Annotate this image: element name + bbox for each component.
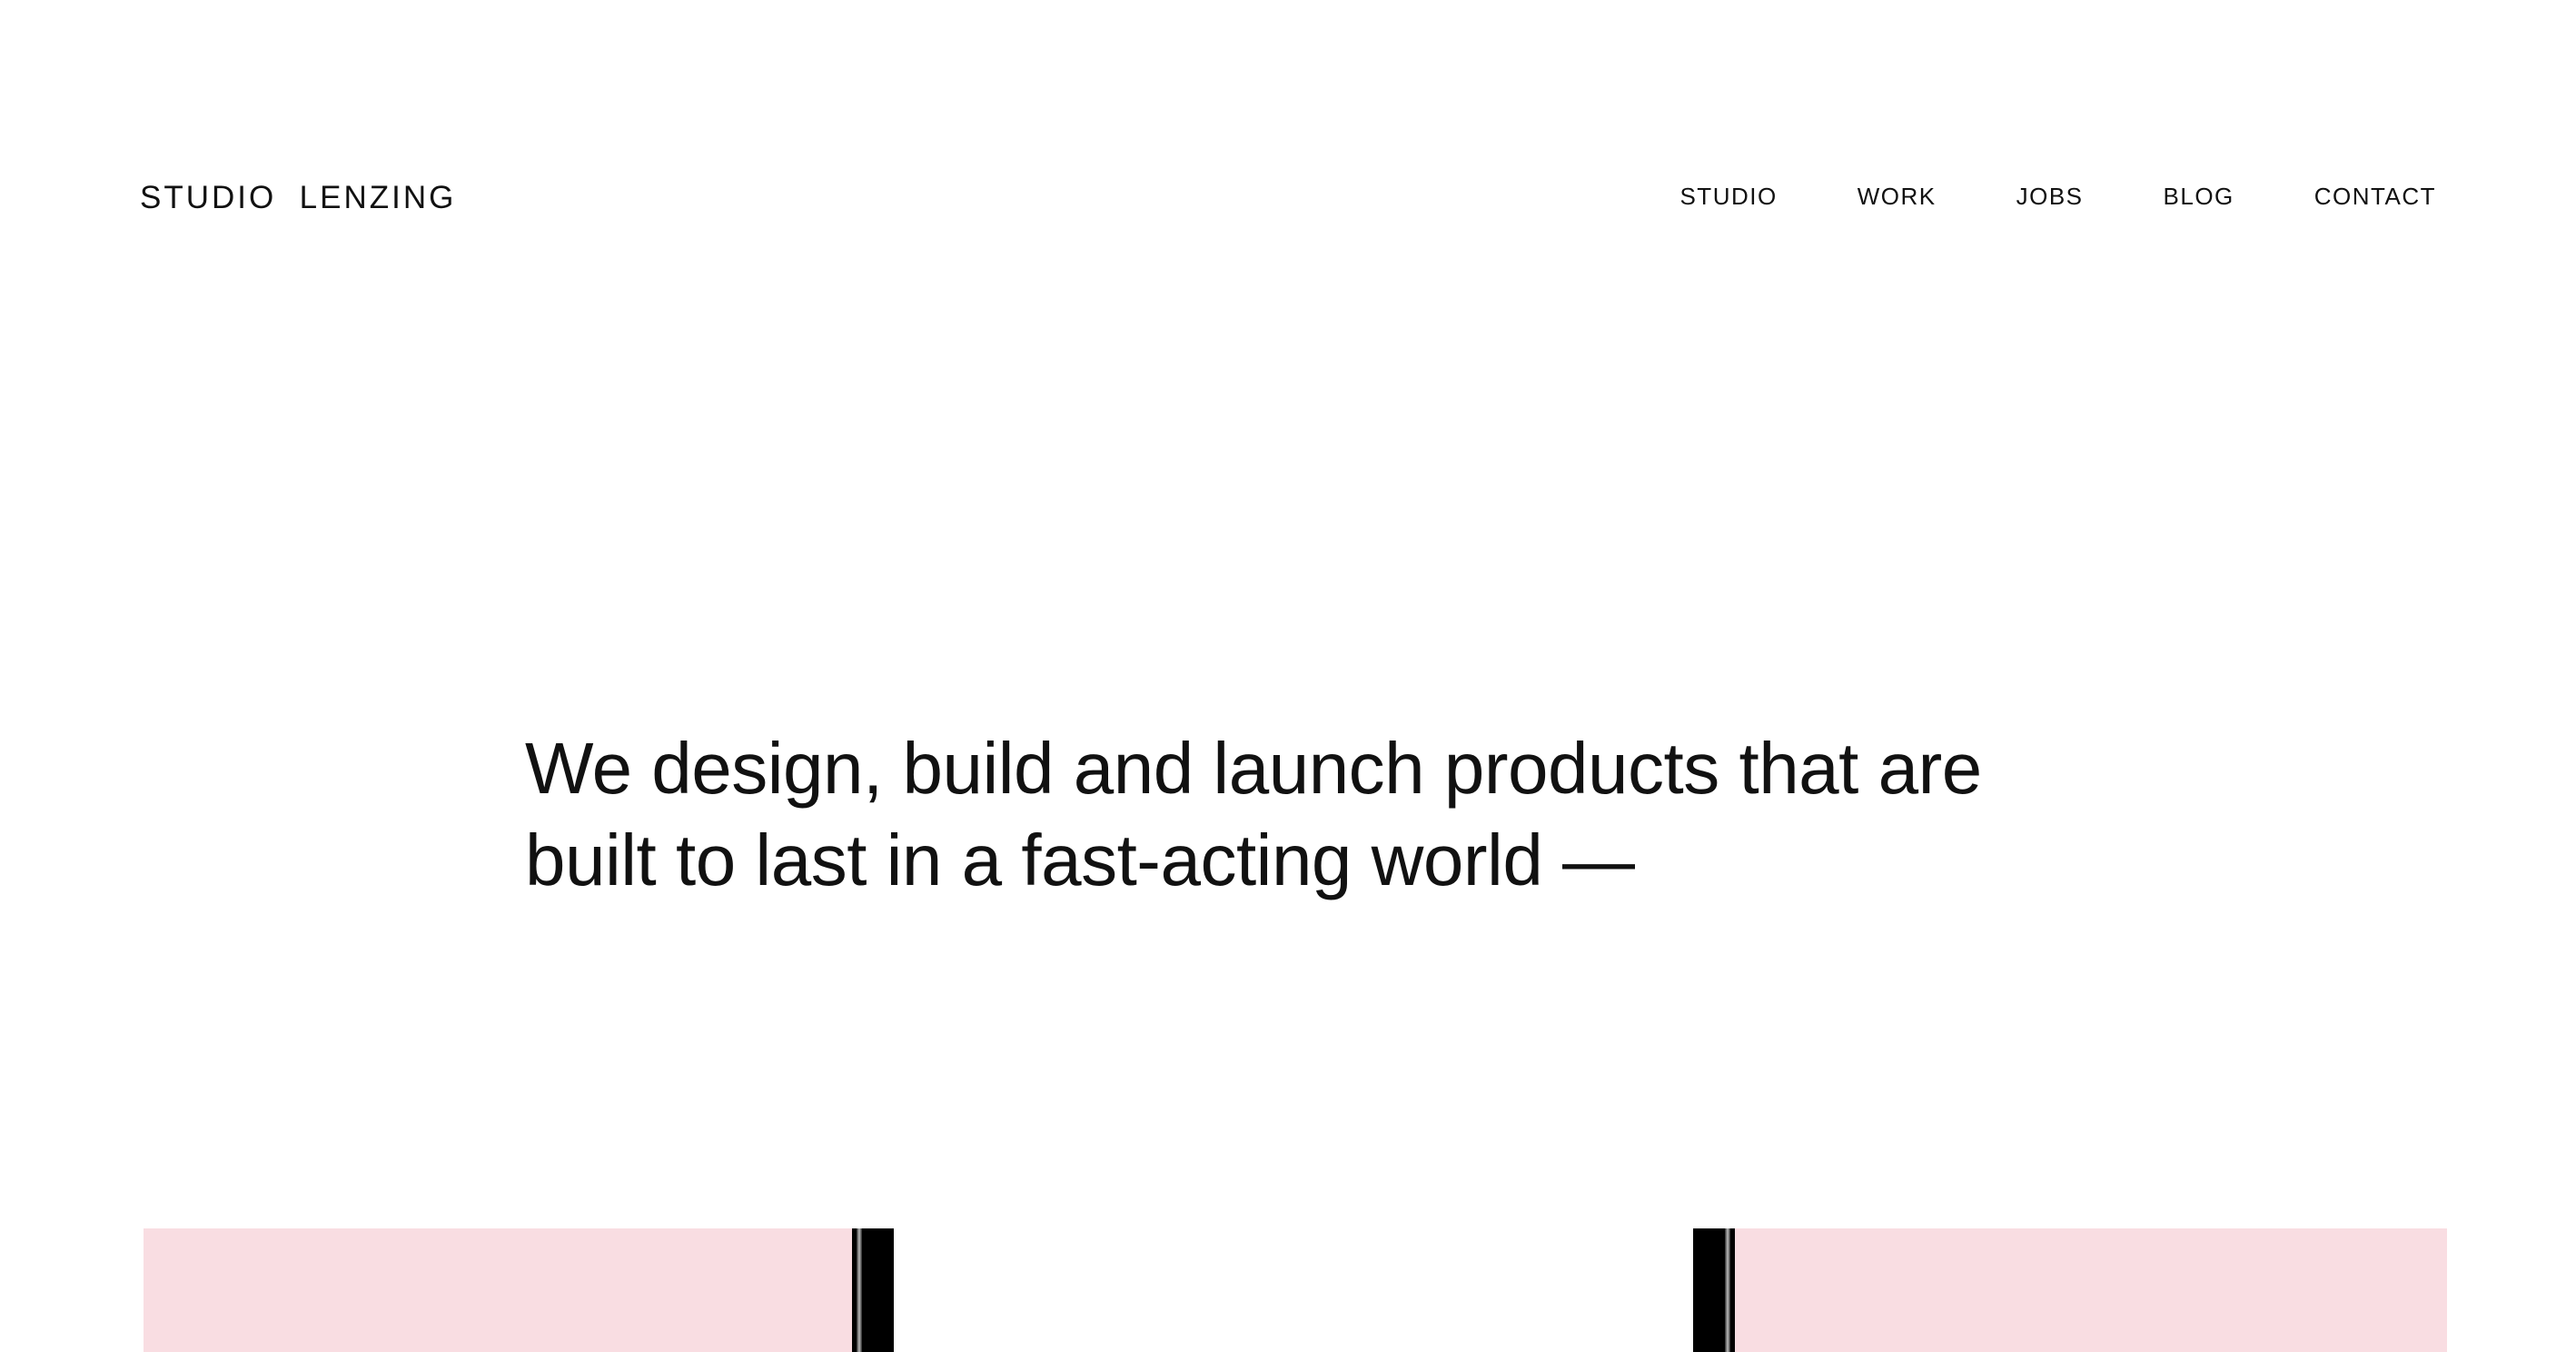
nav-item-blog[interactable]: BLOG (2164, 180, 2234, 213)
device-edge-right (1693, 1228, 1735, 1352)
hero-line-2: built to last in a fast-acting world — (525, 820, 1635, 900)
main-nav: STUDIO WORK JOBS BLOG CONTACT (1679, 180, 2436, 213)
nav-item-work[interactable]: WORK (1858, 180, 1937, 213)
nav-item-contact[interactable]: CONTACT (2314, 180, 2436, 213)
device-edge-left (852, 1228, 894, 1352)
site-header: STUDIO LENZING STUDIO WORK JOBS BLOG CON… (0, 0, 2576, 300)
device-edge-highlight (1725, 1228, 1730, 1352)
nav-item-studio[interactable]: STUDIO (1679, 180, 1777, 213)
showcase-panel-right (1735, 1228, 2447, 1352)
hero-line-1: We design, build and launch products tha… (525, 728, 1982, 809)
nav-item-jobs[interactable]: JOBS (2016, 180, 2084, 213)
showcase-panel-left (144, 1228, 852, 1352)
hero-statement: We design, build and launch products tha… (525, 722, 2124, 906)
studio-lenzing-logo[interactable]: STUDIO LENZING (140, 178, 456, 218)
device-edge-highlight (857, 1228, 862, 1352)
